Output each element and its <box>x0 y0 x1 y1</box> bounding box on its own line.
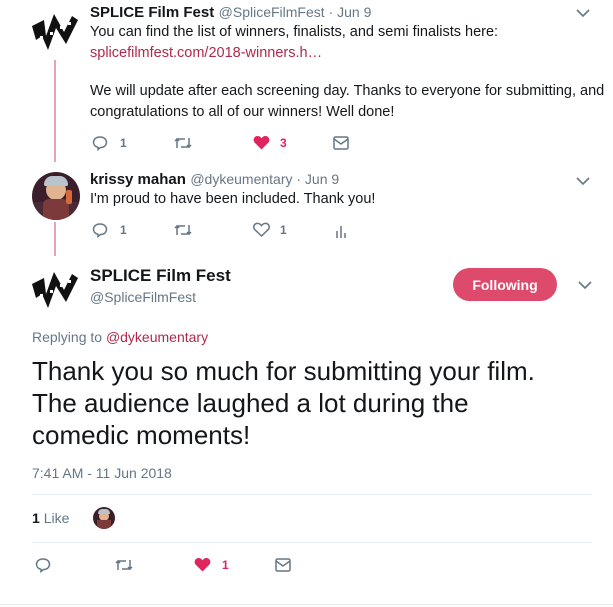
thread-line-2 <box>54 222 56 256</box>
like-stat-label: Like <box>43 510 70 526</box>
replying-to-handle[interactable]: @dykeumentary <box>106 329 208 345</box>
heart-filled-icon[interactable] <box>194 557 211 572</box>
like-stat-count: 1 <box>32 510 40 526</box>
main-like-count: 1 <box>222 558 229 572</box>
splice-logo-avatar[interactable] <box>30 264 80 314</box>
tweet-timestamp[interactable]: 7:41 AM - 11 Jun 2018 <box>32 465 172 481</box>
heart-filled-icon[interactable] <box>253 135 270 150</box>
main-text-line-2: The audience laughed a lot during the <box>32 388 469 418</box>
tweet-2-like-count: 1 <box>280 223 287 237</box>
chevron-down-icon[interactable] <box>578 280 592 290</box>
splice-logo-avatar[interactable] <box>30 6 80 56</box>
tweet-1-like-count: 3 <box>280 136 287 150</box>
main-author-name[interactable]: SPLICE Film Fest <box>90 266 231 286</box>
tweet-1-line-1: You can find the list of winners, finali… <box>90 24 499 40</box>
retweet-icon[interactable] <box>174 136 192 150</box>
thread-line-1 <box>54 60 56 162</box>
main-text-line-1: Thank you so much for submitting your fi… <box>32 356 535 386</box>
tweet-2[interactable]: krissy mahan @dykeumentary · Jun 9 I'm p… <box>0 165 613 245</box>
divider-bottom <box>32 542 591 543</box>
following-button[interactable]: Following <box>453 268 557 301</box>
retweet-icon[interactable] <box>115 558 133 572</box>
reply-icon[interactable] <box>92 135 108 151</box>
divider-end <box>0 604 613 605</box>
tweet-1-link[interactable]: splicefilmfest.com/2018-winners.h… <box>90 43 322 64</box>
message-icon[interactable] <box>275 558 291 572</box>
tweet-1-line-3: congratulations to all of our winners! W… <box>90 104 395 120</box>
heart-outline-icon[interactable] <box>253 222 270 237</box>
chevron-down-icon[interactable] <box>576 8 590 18</box>
tweet-2-reply-count: 1 <box>120 223 127 237</box>
tweet-1-reply-count: 1 <box>120 136 127 150</box>
liker-avatar[interactable] <box>93 507 115 529</box>
message-icon[interactable] <box>333 136 349 150</box>
tweet-1-handle-date[interactable]: @SpliceFilmFest · Jun 9 <box>219 4 372 20</box>
tweet-2-handle-date[interactable]: @dykeumentary · Jun 9 <box>190 171 339 187</box>
avatar[interactable] <box>32 172 80 220</box>
main-text-line-3: comedic moments! <box>32 420 251 450</box>
retweet-icon[interactable] <box>174 223 192 237</box>
main-author-handle[interactable]: @SpliceFilmFest <box>90 289 196 305</box>
tweet-2-text: I'm proud to have been included. Thank y… <box>90 191 376 207</box>
replying-to-label: Replying to <box>32 329 106 345</box>
main-tweet-text: Thank you so much for submitting your fi… <box>32 355 535 451</box>
tweet-1-line-2: We will update after each screening day.… <box>90 83 605 99</box>
tweet-1-author-name[interactable]: SPLICE Film Fest <box>90 4 214 21</box>
like-stats[interactable]: 1 Like <box>32 510 69 526</box>
analytics-icon[interactable] <box>335 223 347 239</box>
reply-icon[interactable] <box>35 557 51 573</box>
reply-icon[interactable] <box>92 222 108 238</box>
chevron-down-icon[interactable] <box>576 176 590 186</box>
tweet-2-author-name[interactable]: krissy mahan <box>90 171 186 188</box>
divider-top <box>32 494 591 495</box>
tweet-1[interactable]: SPLICE Film Fest @SpliceFilmFest · Jun 9… <box>0 0 613 160</box>
